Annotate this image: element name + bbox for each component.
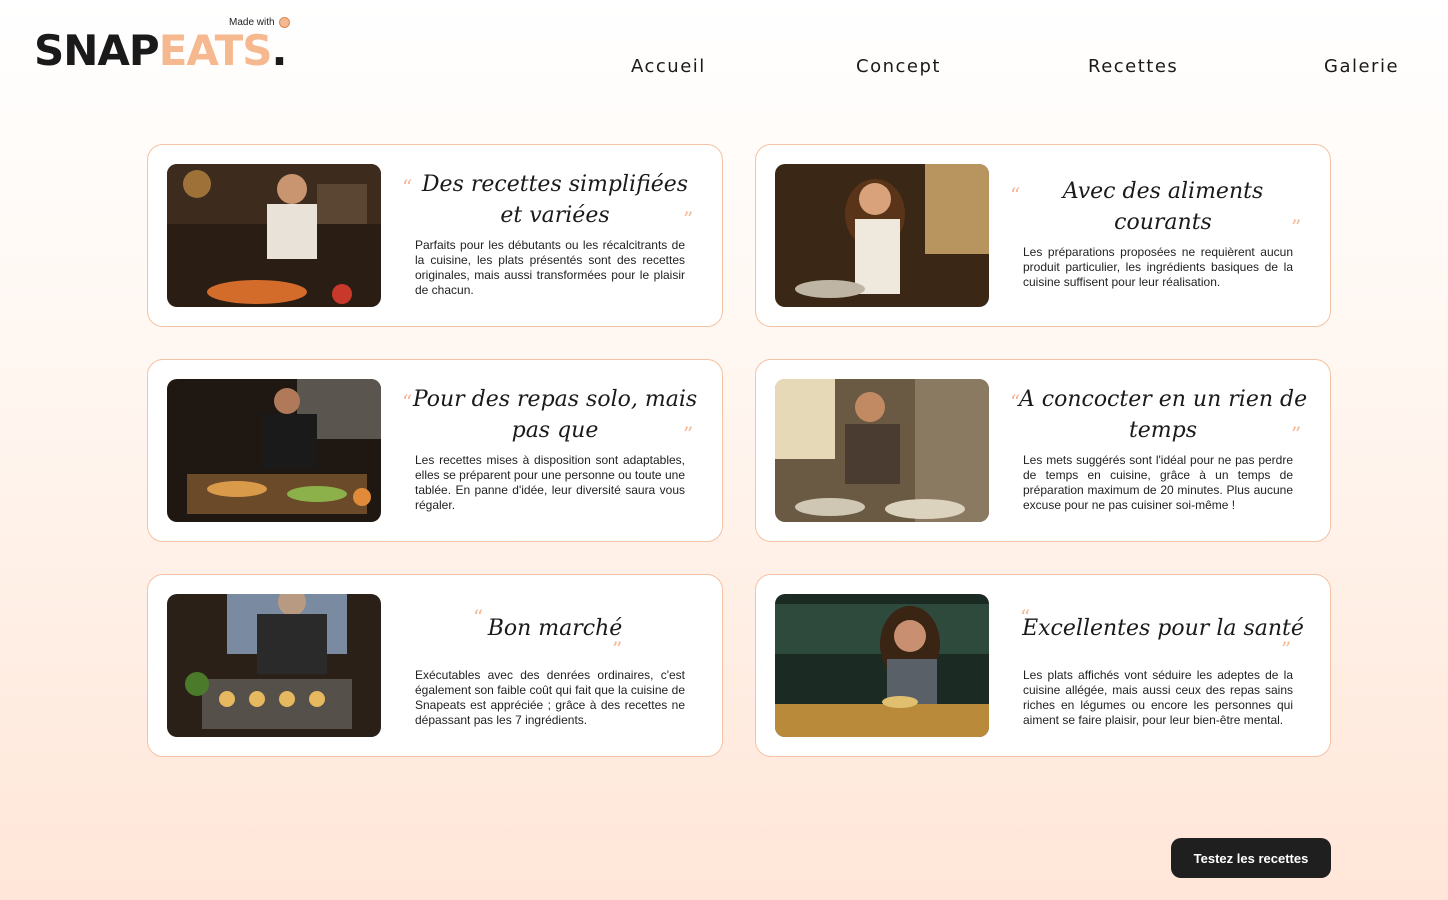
feature-card: “ Pour des repas solo, mais pas que ” Le… xyxy=(147,359,723,542)
card-text: Les mets suggérés sont l'idéal pour ne p… xyxy=(1023,453,1293,512)
card-text: Parfaits pour les débutants ou les récal… xyxy=(415,238,685,297)
card-title: Pour des repas solo, mais pas que xyxy=(412,387,698,443)
card-photo xyxy=(775,594,989,737)
feature-card: “ Des recettes simplifiées et variées ” … xyxy=(147,144,723,327)
feature-card: “ Bon marché ” Exécutables avec des denr… xyxy=(147,574,723,757)
card-photo xyxy=(167,594,381,737)
card-title: Des recettes simplifiées et variées xyxy=(421,172,689,228)
close-quote-icon: ” xyxy=(1291,215,1302,239)
close-quote-icon: ” xyxy=(612,637,623,661)
card-photo xyxy=(775,379,989,522)
card-photo xyxy=(775,164,989,307)
nav-item-accueil[interactable]: Accueil xyxy=(631,56,706,77)
card-photo xyxy=(167,379,381,522)
feature-card: “ Avec des aliments courants ” Les prépa… xyxy=(755,144,1331,327)
card-text: Les recettes mises à disposition sont ad… xyxy=(415,453,685,512)
card-title: Bon marché xyxy=(487,616,623,641)
feature-card: “ A concocter en un rien de temps ” Les … xyxy=(755,359,1331,542)
card-title: Excellentes pour la santé xyxy=(1022,616,1304,641)
card-text: Les plats affichés vont séduire les adep… xyxy=(1023,668,1293,727)
nav-item-recettes[interactable]: Recettes xyxy=(1088,56,1178,77)
close-quote-icon: ” xyxy=(1291,422,1302,446)
try-recipes-button[interactable]: Testez les recettes xyxy=(1171,838,1331,878)
card-text: Les préparations proposées ne requièrent… xyxy=(1023,245,1293,289)
feature-card: “ Excellentes pour la santé ” Les plats … xyxy=(755,574,1331,757)
card-title: A concocter en un rien de temps xyxy=(1018,387,1308,443)
main-nav: Accueil Concept Recettes Galerie xyxy=(0,56,1448,86)
card-text: Exécutables avec des denrées ordinaires,… xyxy=(415,668,685,727)
card-title: Avec des aliments courants xyxy=(1062,179,1264,235)
nav-item-concept[interactable]: Concept xyxy=(856,56,941,77)
close-quote-icon: ” xyxy=(683,422,694,446)
close-quote-icon: ” xyxy=(1281,637,1292,661)
card-photo xyxy=(167,164,381,307)
close-quote-icon: ” xyxy=(683,207,694,231)
nav-item-galerie[interactable]: Galerie xyxy=(1324,56,1399,77)
